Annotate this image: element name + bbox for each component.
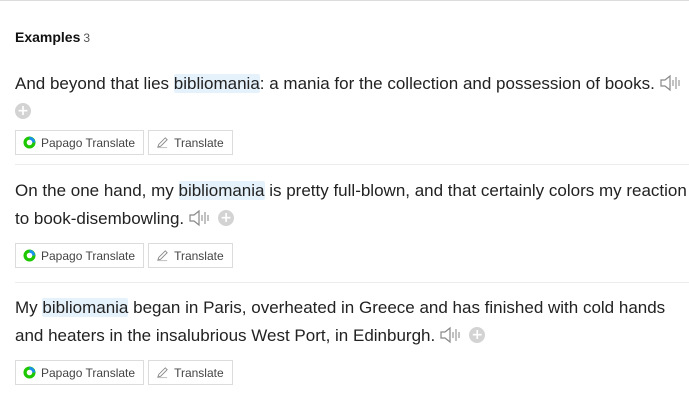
speaker-icon[interactable] (439, 325, 463, 345)
keyword-highlight[interactable]: bibliomania (178, 181, 265, 200)
add-to-wordbook-icon[interactable]: + (218, 209, 235, 226)
keyword-highlight[interactable]: bibliomania (173, 74, 260, 93)
add-to-wordbook-icon[interactable]: + (15, 102, 31, 119)
translate-buttons: Papago Translate Translate (15, 360, 689, 385)
example-item: My bibliomania began in Paris, overheate… (15, 294, 689, 385)
translate-label: Translate (174, 365, 224, 380)
papago-logo-icon (23, 366, 36, 379)
sentence-text-before: My (15, 298, 43, 317)
translate-button[interactable]: Translate (148, 130, 233, 155)
example-item: And beyond that lies bibliomania: a mani… (15, 70, 689, 155)
sentence-text-after: : a mania for the collection and possess… (259, 74, 655, 93)
examples-header: Examples 3 (15, 29, 90, 45)
translate-button[interactable]: Translate (148, 243, 233, 268)
example-item: On the one hand, my bibliomania is prett… (15, 177, 689, 268)
translate-buttons: Papago Translate Translate (15, 243, 689, 268)
papago-logo-icon (23, 249, 36, 262)
sentence-text-before: On the one hand, my (15, 181, 179, 200)
keyword-highlight[interactable]: bibliomania (42, 298, 129, 317)
pencil-icon (157, 137, 168, 149)
speaker-icon[interactable] (659, 73, 683, 93)
pencil-icon (157, 250, 168, 262)
example-sentence: And beyond that lies bibliomania: a mani… (15, 70, 689, 126)
examples-title: Examples (15, 29, 81, 45)
add-to-wordbook-icon[interactable]: + (469, 326, 486, 343)
papago-translate-button[interactable]: Papago Translate (15, 243, 145, 268)
examples-count: 3 (83, 31, 91, 45)
papago-translate-button[interactable]: Papago Translate (15, 360, 145, 385)
translate-label: Translate (174, 135, 224, 150)
example-sentence: On the one hand, my bibliomania is prett… (15, 177, 689, 233)
papago-logo-icon (23, 136, 36, 149)
papago-translate-label: Papago Translate (41, 248, 136, 263)
translate-label: Translate (174, 248, 224, 263)
papago-translate-label: Papago Translate (41, 365, 136, 380)
example-sentence: My bibliomania began in Paris, overheate… (15, 294, 689, 350)
sentence-text-before: And beyond that lies (15, 74, 174, 93)
translate-button[interactable]: Translate (148, 360, 233, 385)
papago-translate-label: Papago Translate (41, 135, 136, 150)
pencil-icon (157, 367, 168, 379)
divider (15, 164, 689, 165)
translate-buttons: Papago Translate Translate (15, 130, 689, 155)
speaker-icon[interactable] (188, 208, 212, 228)
divider (15, 282, 689, 283)
examples-panel: Examples 3 And beyond that lies biblioman… (0, 0, 689, 410)
papago-translate-button[interactable]: Papago Translate (15, 130, 145, 155)
